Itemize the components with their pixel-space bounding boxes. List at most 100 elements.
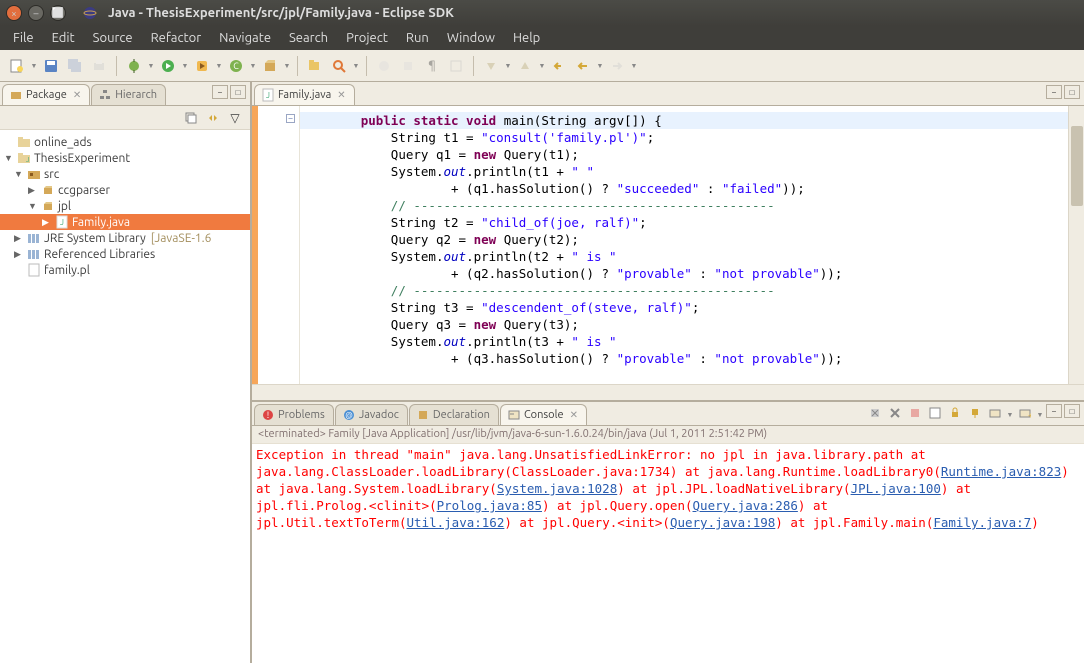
maximize-editor-button[interactable]: □	[1064, 85, 1080, 99]
new-button[interactable]	[6, 55, 28, 77]
tab-package-explorer[interactable]: Package ✕	[2, 84, 90, 105]
back-button[interactable]	[572, 55, 594, 77]
tab-console[interactable]: Console ✕	[500, 404, 587, 425]
toggle-mark-button[interactable]	[373, 55, 395, 77]
open-type-button[interactable]	[304, 55, 326, 77]
search-dropdown[interactable]: ▼	[352, 55, 360, 77]
stacktrace-link[interactable]: JPL.java:100	[851, 481, 941, 496]
minimize-view-button[interactable]: –	[212, 85, 228, 99]
tree-src-folder[interactable]: ▼ src	[0, 166, 250, 182]
editor-hscrollbar[interactable]	[252, 384, 1084, 400]
tree-package-jpl[interactable]: ▼ jpl	[0, 198, 250, 214]
window-minimize-button[interactable]: –	[28, 5, 44, 21]
remove-all-button[interactable]	[886, 404, 904, 422]
menu-source[interactable]: Source	[84, 27, 142, 49]
declaration-icon	[416, 408, 430, 422]
editor-gutter[interactable]: −	[252, 106, 300, 384]
window-maximize-button[interactable]: ⬜	[50, 5, 66, 21]
stacktrace-link[interactable]: System.java:1028	[497, 481, 617, 496]
fold-toggle-icon[interactable]: −	[286, 114, 295, 123]
tab-javadoc[interactable]: @ Javadoc	[335, 404, 408, 425]
search-button[interactable]	[328, 55, 350, 77]
open-console-dropdown[interactable]: ▼	[1036, 404, 1044, 426]
display-console-dropdown[interactable]: ▼	[1006, 404, 1014, 426]
tree-label: JRE System Library	[44, 232, 146, 245]
toggle-block-button[interactable]	[397, 55, 419, 77]
package-tree[interactable]: online_ads ▼ J ThesisExperiment ▼ src ▶ …	[0, 130, 250, 663]
save-all-button[interactable]	[64, 55, 86, 77]
stacktrace-link[interactable]: Prolog.java:85	[437, 498, 542, 513]
console-output[interactable]: Exception in thread "main" java.lang.Uns…	[252, 444, 1084, 663]
prev-annotation-button[interactable]	[514, 55, 536, 77]
tab-problems[interactable]: ! Problems	[254, 404, 334, 425]
window-close-button[interactable]: ×	[6, 5, 22, 21]
scroll-lock-button[interactable]	[946, 404, 964, 422]
tree-referenced-libs[interactable]: ▶ Referenced Libraries	[0, 246, 250, 262]
run-last-dropdown[interactable]: ▼	[215, 55, 223, 77]
forward-button[interactable]	[606, 55, 628, 77]
stacktrace-link[interactable]: Query.java:286	[693, 498, 798, 513]
svg-text:+: +	[1028, 411, 1031, 419]
menu-search[interactable]: Search	[280, 27, 337, 49]
toggle-ws-button[interactable]: ¶	[421, 55, 443, 77]
link-editor-button[interactable]	[204, 109, 222, 127]
new-class-dropdown[interactable]: ▼	[249, 55, 257, 77]
editor-vscrollbar[interactable]	[1068, 106, 1084, 384]
view-menu-button[interactable]: ▽	[226, 109, 244, 127]
close-icon[interactable]: ✕	[570, 409, 578, 421]
last-edit-button[interactable]	[548, 55, 570, 77]
tree-package-ccgparser[interactable]: ▶ ccgparser	[0, 182, 250, 198]
pin-console-button[interactable]	[966, 404, 984, 422]
debug-dropdown[interactable]: ▼	[147, 55, 155, 77]
new-package-dropdown[interactable]: ▼	[283, 55, 291, 77]
debug-button[interactable]	[123, 55, 145, 77]
new-package-button[interactable]	[259, 55, 281, 77]
tab-hierarchy[interactable]: Hierarch	[91, 84, 166, 105]
stacktrace-link[interactable]: Util.java:162	[407, 515, 505, 530]
next-annotation-button[interactable]	[480, 55, 502, 77]
clear-console-button[interactable]	[926, 404, 944, 422]
terminate-button[interactable]	[906, 404, 924, 422]
menu-refactor[interactable]: Refactor	[142, 27, 211, 49]
tree-file-family-java[interactable]: ▶ J Family.java	[0, 214, 250, 230]
new-class-button[interactable]: C	[225, 55, 247, 77]
collapse-all-button[interactable]	[182, 109, 200, 127]
menu-file[interactable]: File	[4, 27, 43, 49]
remove-launch-button[interactable]	[866, 404, 884, 422]
run-dropdown[interactable]: ▼	[181, 55, 189, 77]
close-icon[interactable]: ✕	[337, 89, 345, 101]
print-button[interactable]	[88, 55, 110, 77]
stacktrace-link[interactable]: Family.java:7	[933, 515, 1031, 530]
tab-declaration[interactable]: Declaration	[409, 404, 499, 425]
prev-ann-dropdown[interactable]: ▼	[538, 55, 546, 77]
editor-tab-family[interactable]: J Family.java ✕	[254, 84, 355, 105]
tree-project-thesis[interactable]: ▼ J ThesisExperiment	[0, 150, 250, 166]
maximize-bottom-button[interactable]: □	[1064, 404, 1080, 418]
forward-dropdown[interactable]: ▼	[630, 55, 638, 77]
display-console-button[interactable]	[986, 404, 1004, 422]
new-dropdown[interactable]: ▼	[30, 55, 38, 77]
show-ws-button[interactable]	[445, 55, 467, 77]
back-dropdown[interactable]: ▼	[596, 55, 604, 77]
maximize-view-button[interactable]: □	[230, 85, 246, 99]
stacktrace-link[interactable]: Runtime.java:823	[941, 464, 1061, 479]
close-icon[interactable]: ✕	[73, 89, 81, 101]
minimize-editor-button[interactable]: –	[1046, 85, 1062, 99]
code-editor[interactable]: public static void main(String argv[]) {…	[300, 106, 1068, 384]
run-button[interactable]	[157, 55, 179, 77]
run-last-button[interactable]	[191, 55, 213, 77]
menu-project[interactable]: Project	[337, 27, 397, 49]
tree-file-family-pl[interactable]: family.pl	[0, 262, 250, 278]
tree-project-online-ads[interactable]: online_ads	[0, 134, 250, 150]
stacktrace-link[interactable]: Query.java:198	[670, 515, 775, 530]
menu-navigate[interactable]: Navigate	[210, 27, 280, 49]
menu-help[interactable]: Help	[504, 27, 549, 49]
open-console-button[interactable]: +	[1016, 404, 1034, 422]
tree-jre-library[interactable]: ▶ JRE System Library [JavaSE-1.6	[0, 230, 250, 246]
menu-window[interactable]: Window	[438, 27, 504, 49]
menu-edit[interactable]: Edit	[43, 27, 84, 49]
minimize-bottom-button[interactable]: –	[1046, 404, 1062, 418]
save-button[interactable]	[40, 55, 62, 77]
menu-run[interactable]: Run	[397, 27, 438, 49]
next-ann-dropdown[interactable]: ▼	[504, 55, 512, 77]
